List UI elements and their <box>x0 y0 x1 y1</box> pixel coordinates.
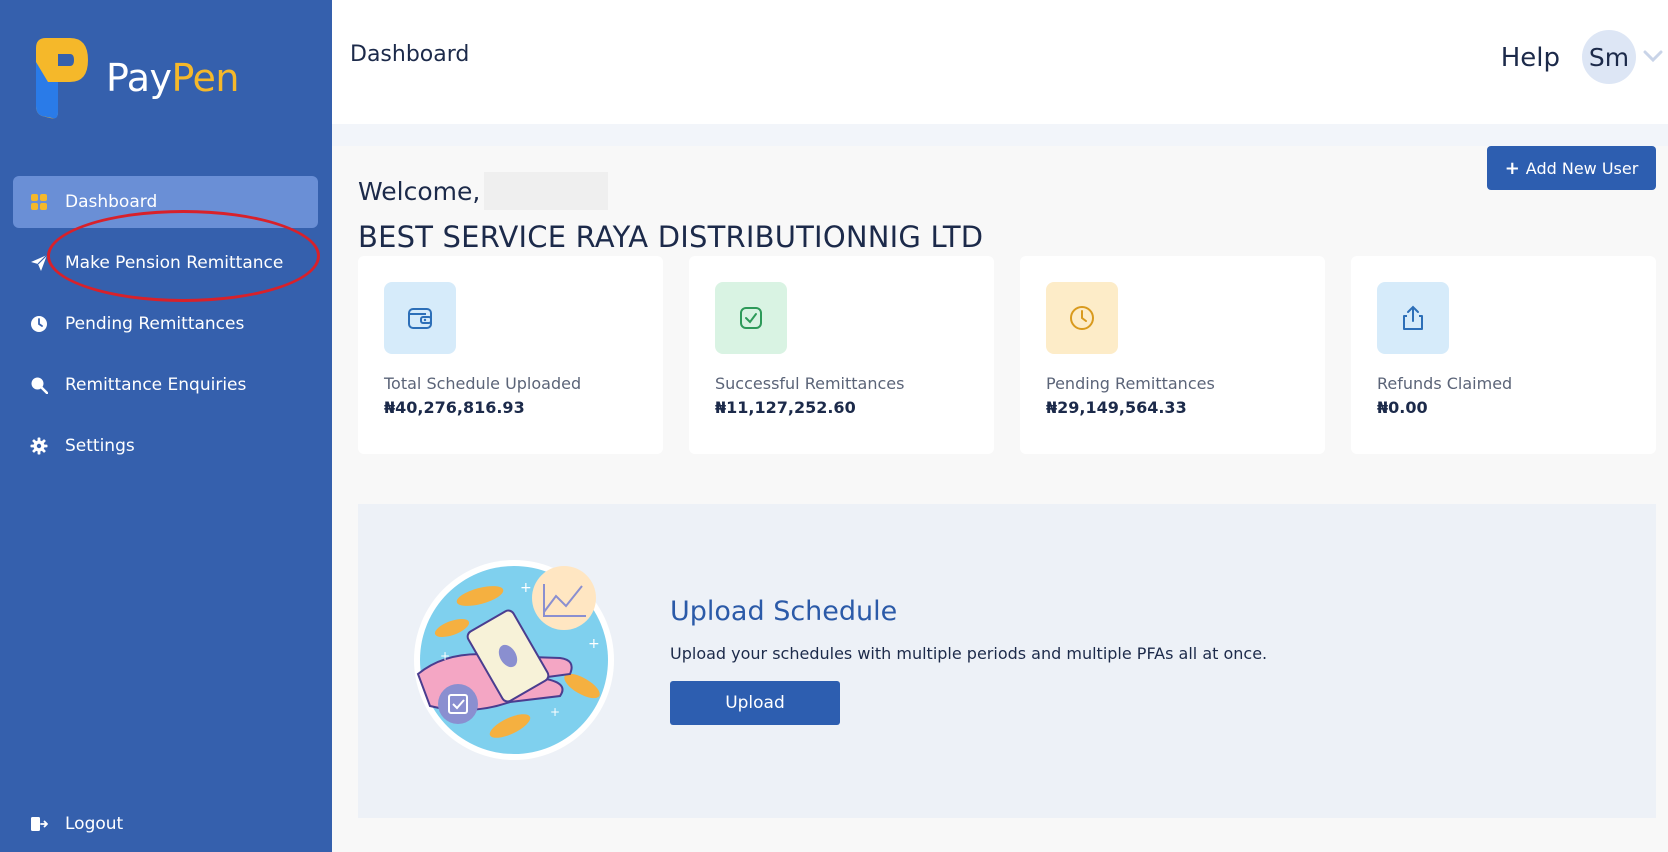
card-total-schedule-uploaded: Total Schedule Uploaded ₦40,276,816.93 <box>358 256 663 454</box>
card-label: Successful Remittances <box>715 374 905 393</box>
card-refunds-claimed: Refunds Claimed ₦0.00 <box>1351 256 1656 454</box>
grid-icon <box>29 192 49 212</box>
svg-text:+: + <box>440 649 450 663</box>
sidebar-item-remittance-enquiries[interactable]: Remittance Enquiries <box>13 359 318 411</box>
paper-plane-icon <box>29 253 49 273</box>
main-panel: Welcome, BEST SERVICE RAYA DISTRIBUTIONN… <box>332 146 1668 852</box>
help-link[interactable]: Help <box>1501 43 1560 73</box>
logout-button[interactable]: Logout <box>13 796 318 852</box>
sidebar-item-label: Pending Remittances <box>65 314 245 334</box>
clock-icon <box>29 314 49 334</box>
check-square-icon <box>715 282 787 354</box>
main-content: Welcome, BEST SERVICE RAYA DISTRIBUTIONN… <box>332 124 1668 852</box>
page-title: Dashboard <box>350 42 470 67</box>
share-upload-icon <box>1377 282 1449 354</box>
brand-name-part2: Pen <box>171 56 240 100</box>
redacted-username <box>484 172 609 210</box>
clock-icon <box>1046 282 1118 354</box>
sidebar-item-dashboard[interactable]: Dashboard <box>13 176 318 228</box>
add-new-user-label: Add New User <box>1525 158 1639 178</box>
card-value: ₦29,149,564.33 <box>1046 398 1187 417</box>
sidebar-item-label: Make Pension Remittance <box>65 253 284 273</box>
sidebar-item-settings[interactable]: Settings <box>13 420 318 472</box>
svg-text:+: + <box>588 636 600 652</box>
paypen-logo-mark-icon <box>30 32 92 124</box>
card-value: ₦11,127,252.60 <box>715 398 856 417</box>
card-label: Total Schedule Uploaded <box>384 374 582 393</box>
card-label: Pending Remittances <box>1046 374 1215 393</box>
svg-text:+: + <box>550 705 560 719</box>
add-new-user-button[interactable]: + Add New User <box>1487 146 1656 190</box>
search-icon <box>29 375 49 395</box>
wallet-icon <box>384 282 456 354</box>
welcome-label: Welcome, <box>358 176 481 206</box>
svg-text:+: + <box>520 580 532 596</box>
sidebar: PayPen Dashboard Make Pension Remittance… <box>0 0 332 852</box>
sidebar-item-make-pension-remittance[interactable]: Make Pension Remittance <box>13 237 318 289</box>
summary-cards: Total Schedule Uploaded ₦40,276,816.93 S… <box>358 256 1656 454</box>
sidebar-item-pending-remittances[interactable]: Pending Remittances <box>13 298 318 350</box>
sidebar-item-label: Remittance Enquiries <box>65 375 247 395</box>
card-value: ₦0.00 <box>1377 398 1428 417</box>
paypen-logo[interactable]: PayPen <box>30 32 240 124</box>
sidebar-nav: Dashboard Make Pension Remittance Pendin… <box>13 176 318 481</box>
upload-schedule-title: Upload Schedule <box>670 596 898 627</box>
card-successful-remittances: Successful Remittances ₦11,127,252.60 <box>689 256 994 454</box>
brand-name: PayPen <box>106 56 240 100</box>
top-bar: Dashboard Help Sm <box>332 0 1668 124</box>
plus-icon: + <box>1504 157 1520 179</box>
card-label: Refunds Claimed <box>1377 374 1513 393</box>
sidebar-item-label: Settings <box>65 436 135 456</box>
logout-label: Logout <box>65 814 124 834</box>
upload-schedule-panel: + + + + Upload Schedule Upload your sche… <box>358 504 1656 818</box>
company-name: BEST SERVICE RAYA DISTRIBUTIONNIG LTD <box>358 220 984 254</box>
upload-schedule-description: Upload your schedules with multiple peri… <box>670 644 1268 663</box>
welcome-heading: Welcome, <box>358 172 609 210</box>
brand-name-part1: Pay <box>106 56 172 100</box>
money-hand-illustration: + + + + <box>410 556 618 764</box>
chevron-down-icon[interactable] <box>1642 48 1664 64</box>
card-pending-remittances: Pending Remittances ₦29,149,564.33 <box>1020 256 1325 454</box>
logout-icon <box>29 814 49 834</box>
sidebar-item-label: Dashboard <box>65 192 158 212</box>
avatar[interactable]: Sm <box>1582 30 1636 84</box>
upload-button[interactable]: Upload <box>670 681 840 725</box>
card-value: ₦40,276,816.93 <box>384 398 525 417</box>
gear-icon <box>29 436 49 456</box>
